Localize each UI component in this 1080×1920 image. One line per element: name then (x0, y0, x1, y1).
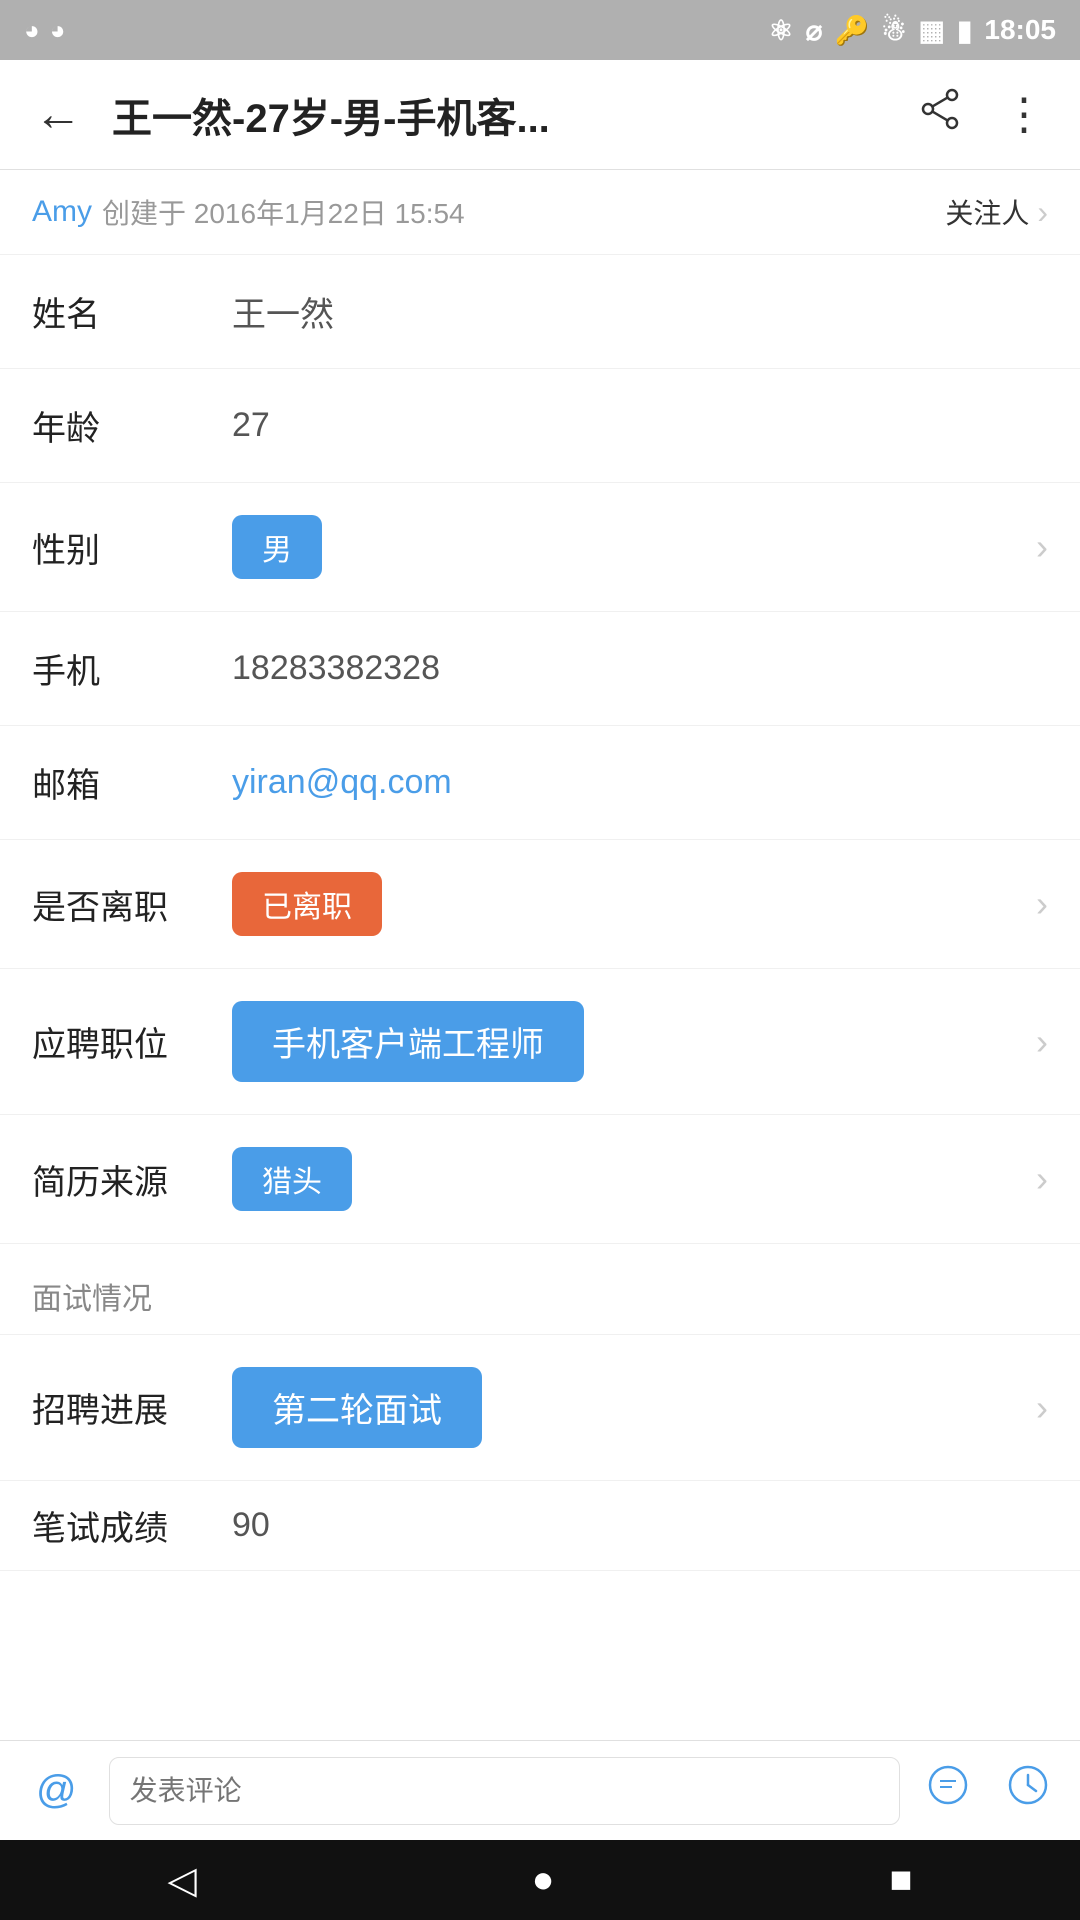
signal-icon: ◕ (50, 15, 66, 46)
comment-input[interactable] (109, 1757, 900, 1825)
share-button[interactable] (908, 77, 972, 152)
tag-blue-wide-6[interactable]: 手机客户端工程师 (232, 1001, 584, 1082)
email-value-4[interactable]: yiran@qq.com (232, 763, 452, 801)
field-value-6[interactable]: 手机客户端工程师 (232, 1001, 1026, 1082)
status-bar: ◕ ◕ ⚛ ⌀ 🔑 ☃ ▦ ▮ 18:05 (0, 0, 1080, 60)
field-label-3: 手机 (32, 644, 232, 693)
field-row[interactable]: 性别男 › (0, 483, 1080, 612)
author-name[interactable]: Amy (32, 195, 92, 229)
chevron-icon-r0: › (1036, 1387, 1048, 1429)
chevron-icon-2: › (1036, 526, 1048, 568)
wifi-icon: ◕ (24, 15, 40, 46)
page-title: 王一然-27岁-男-手机客... (112, 86, 888, 144)
tag-blue-2[interactable]: 男 (232, 515, 322, 579)
field-value-r0[interactable]: 第二轮面试 (232, 1367, 1026, 1448)
section-header: 面试情况 (0, 1244, 1080, 1335)
section-header-label: 面试情况 (32, 1283, 152, 1316)
field-label-5: 是否离职 (32, 880, 232, 929)
field-label-0: 姓名 (32, 287, 232, 336)
back-button[interactable]: ← (24, 77, 92, 152)
field-row: 姓名王一然 (0, 255, 1080, 369)
tag-blue-7[interactable]: 猎头 (232, 1147, 352, 1211)
created-text: 创建于 2016年1月22日 15:54 (102, 192, 465, 232)
nav-bar: ◁ ● ■ (0, 1840, 1080, 1920)
field-label-r1: 笔试成绩 (32, 1501, 232, 1550)
nav-home-button[interactable]: ● (492, 1849, 595, 1912)
chevron-icon-6: › (1036, 1021, 1048, 1063)
chevron-icon-5: › (1036, 883, 1048, 925)
comment-icon-button[interactable] (916, 1753, 980, 1828)
top-bar: ← 王一然-27岁-男-手机客... ⋮ (0, 60, 1080, 170)
field-value-2[interactable]: 男 (232, 515, 1026, 579)
more-button[interactable]: ⋮ (992, 79, 1056, 150)
recruitment-fields-container: 招聘进展第二轮面试 › 笔试成绩90 (0, 1335, 1080, 1571)
field-value-1: 27 (232, 406, 1048, 445)
tag-orange-5[interactable]: 已离职 (232, 872, 382, 936)
field-row[interactable]: 简历来源猎头 › (0, 1115, 1080, 1244)
meta-bar: Amy 创建于 2016年1月22日 15:54 关注人 › (0, 170, 1080, 255)
nav-square-button[interactable]: ■ (850, 1849, 953, 1912)
field-row[interactable]: 是否离职已离职 › (0, 840, 1080, 969)
field-label-1: 年龄 (32, 401, 232, 450)
field-row: 年龄27 (0, 369, 1080, 483)
field-label-6: 应聘职位 (32, 1017, 232, 1066)
clock-icon-button[interactable] (996, 1753, 1060, 1828)
field-label-2: 性别 (32, 523, 232, 572)
field-label-r0: 招聘进展 (32, 1383, 232, 1432)
chevron-icon-7: › (1036, 1158, 1048, 1200)
nav-back-button[interactable]: ◁ (127, 1848, 236, 1913)
tag-blue-wide-r0[interactable]: 第二轮面试 (232, 1367, 482, 1448)
status-left-icons: ◕ ◕ (24, 15, 65, 46)
key-icon: 🔑 (835, 14, 870, 47)
field-value-5[interactable]: 已离职 (232, 872, 1026, 936)
status-right-area: ⚛ ⌀ 🔑 ☃ ▦ ▮ 18:05 (769, 14, 1056, 47)
bottom-input-bar: @ (0, 1740, 1080, 1840)
time-display: 18:05 (984, 14, 1056, 46)
field-label-7: 简历来源 (32, 1155, 232, 1204)
follow-label: 关注人 (945, 192, 1029, 232)
follow-chevron-icon: › (1037, 194, 1048, 231)
bluetooth-icon: ⚛ (769, 14, 794, 47)
fields-container: 姓名王一然年龄27性别男›手机18283382328邮箱yiran@qq.com… (0, 255, 1080, 1244)
field-row: 手机18283382328 (0, 612, 1080, 726)
field-label-4: 邮箱 (32, 758, 232, 807)
meta-info: Amy 创建于 2016年1月22日 15:54 (32, 192, 465, 232)
field-value-3: 18283382328 (232, 649, 1048, 688)
field-value-4: yiran@qq.com (232, 763, 1048, 802)
field-value-7[interactable]: 猎头 (232, 1147, 1026, 1211)
sim-icon: ▦ (918, 14, 944, 47)
battery-icon: ▮ (957, 14, 972, 47)
at-button[interactable]: @ (20, 1758, 93, 1823)
signal-bars-icon: ☃ (881, 14, 906, 47)
field-row[interactable]: 应聘职位手机客户端工程师 › (0, 969, 1080, 1115)
field-row: 笔试成绩90 (0, 1481, 1080, 1571)
minus-icon: ⌀ (806, 14, 823, 47)
field-row[interactable]: 招聘进展第二轮面试 › (0, 1335, 1080, 1481)
follow-link[interactable]: 关注人 › (945, 192, 1048, 232)
field-row: 邮箱yiran@qq.com (0, 726, 1080, 840)
field-value-r1: 90 (232, 1506, 1048, 1545)
field-value-0: 王一然 (232, 287, 1048, 336)
